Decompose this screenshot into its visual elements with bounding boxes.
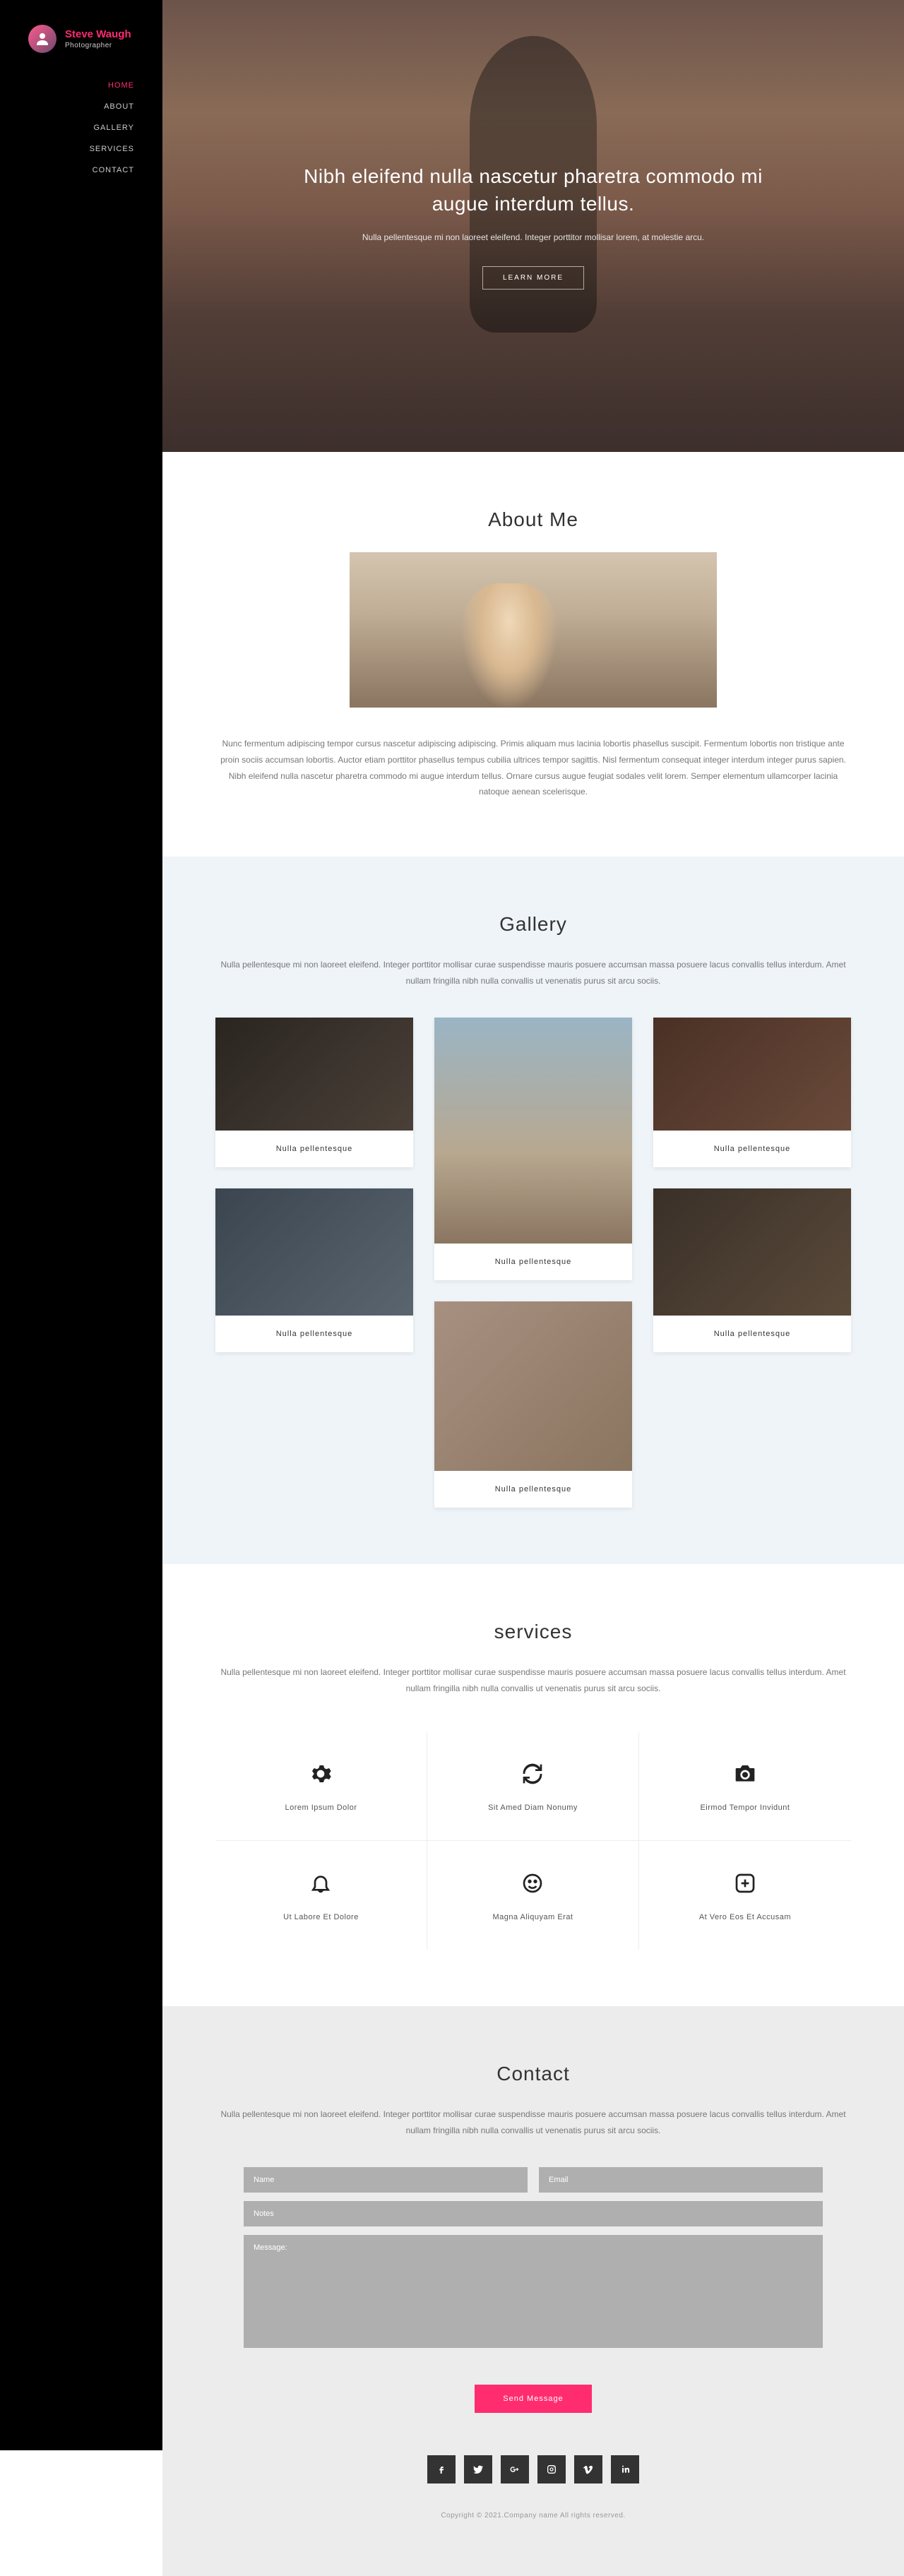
contact-title: Contact — [205, 2063, 862, 2085]
profile-subtitle: Photographer — [65, 42, 131, 49]
services-title: services — [205, 1621, 862, 1643]
gear-icon — [307, 1760, 335, 1788]
gallery-card[interactable]: Nulla pellentesque — [434, 1018, 632, 1280]
smile-icon — [518, 1869, 547, 1897]
about-desc: Nunc fermentum adipiscing tempor cursus … — [215, 736, 851, 800]
about-image — [350, 552, 717, 708]
service-label: Lorem Ipsum Dolor — [230, 1803, 412, 1812]
nav-contact[interactable]: CONTACT — [28, 166, 134, 174]
nav-services[interactable]: SERVICES — [28, 145, 134, 153]
vimeo-icon[interactable] — [574, 2455, 602, 2483]
gallery-card[interactable]: Nulla pellentesque — [434, 1301, 632, 1508]
service-label: Magna Aliquyam Erat — [441, 1913, 624, 1921]
gallery-desc: Nulla pellentesque mi non laoreet eleife… — [215, 957, 851, 989]
social-links — [205, 2455, 862, 2483]
gallery-caption: Nulla pellentesque — [653, 1131, 851, 1167]
gallery-card[interactable]: Nulla pellentesque — [215, 1018, 413, 1167]
name-field[interactable] — [244, 2167, 528, 2193]
instagram-icon[interactable] — [537, 2455, 566, 2483]
bell-icon — [307, 1869, 335, 1897]
gallery-card[interactable]: Nulla pellentesque — [653, 1188, 851, 1352]
services-section: services Nulla pellentesque mi non laore… — [162, 1564, 904, 2007]
service-item[interactable]: Sit Amed Diam Nonumy — [427, 1731, 639, 1841]
avatar — [28, 25, 56, 53]
contact-form: Send Message — [244, 2167, 823, 2413]
service-item[interactable]: At Vero Eos Et Accusam — [639, 1841, 851, 1950]
service-item[interactable]: Ut Labore Et Dolore — [215, 1841, 427, 1950]
hero-title: Nibh eleifend nulla nascetur pharetra co… — [293, 162, 773, 217]
facebook-icon[interactable] — [427, 2455, 456, 2483]
profile-name: Steve Waugh — [65, 28, 131, 40]
service-label: Ut Labore Et Dolore — [230, 1913, 412, 1921]
contact-desc: Nulla pellentesque mi non laoreet eleife… — [215, 2106, 851, 2139]
gallery-card[interactable]: Nulla pellentesque — [215, 1188, 413, 1352]
message-field[interactable] — [244, 2235, 823, 2348]
gallery-image — [434, 1301, 632, 1471]
gallery-image — [653, 1018, 851, 1131]
linkedin-icon[interactable] — [611, 2455, 639, 2483]
about-title: About Me — [205, 508, 862, 531]
google-plus-icon[interactable] — [501, 2455, 529, 2483]
gallery-image — [215, 1188, 413, 1316]
gallery-caption: Nulla pellentesque — [215, 1316, 413, 1352]
primary-nav: HOME ABOUT GALLERY SERVICES CONTACT — [28, 81, 134, 174]
gallery-image — [653, 1188, 851, 1316]
copyright: Copyright © 2021.Company name All rights… — [205, 2512, 862, 2520]
service-label: At Vero Eos Et Accusam — [653, 1913, 837, 1921]
gallery-image — [434, 1018, 632, 1244]
gallery-title: Gallery — [205, 913, 862, 936]
gallery-caption: Nulla pellentesque — [215, 1131, 413, 1167]
send-message-button[interactable]: Send Message — [475, 2385, 591, 2413]
hero-desc: Nulla pellentesque mi non laoreet eleife… — [293, 230, 773, 246]
service-item[interactable]: Lorem Ipsum Dolor — [215, 1731, 427, 1841]
logo[interactable]: Steve Waugh Photographer — [28, 25, 134, 53]
contact-section: Contact Nulla pellentesque mi non laoree… — [162, 2006, 904, 2576]
twitter-icon[interactable] — [464, 2455, 492, 2483]
service-item[interactable]: Eirmod Tempor Invidunt — [639, 1731, 851, 1841]
gallery-caption: Nulla pellentesque — [653, 1316, 851, 1352]
gallery-caption: Nulla pellentesque — [434, 1471, 632, 1508]
sidebar: Steve Waugh Photographer HOME ABOUT GALL… — [0, 0, 162, 2450]
plus-square-icon — [731, 1869, 759, 1897]
services-desc: Nulla pellentesque mi non laoreet eleife… — [215, 1664, 851, 1697]
about-section: About Me Nunc fermentum adipiscing tempo… — [162, 452, 904, 857]
nav-home[interactable]: HOME — [28, 81, 134, 90]
hero-section: Nibh eleifend nulla nascetur pharetra co… — [162, 0, 904, 452]
gallery-image — [215, 1018, 413, 1131]
nav-about[interactable]: ABOUT — [28, 102, 134, 111]
refresh-icon — [518, 1760, 547, 1788]
gallery-caption: Nulla pellentesque — [434, 1244, 632, 1280]
camera-icon — [731, 1760, 759, 1788]
gallery-card[interactable]: Nulla pellentesque — [653, 1018, 851, 1167]
service-item[interactable]: Magna Aliquyam Erat — [427, 1841, 639, 1950]
notes-field[interactable] — [244, 2201, 823, 2226]
email-field[interactable] — [539, 2167, 823, 2193]
learn-more-button[interactable]: LEARN MORE — [482, 266, 584, 290]
service-label: Eirmod Tempor Invidunt — [653, 1803, 837, 1812]
service-label: Sit Amed Diam Nonumy — [441, 1803, 624, 1812]
gallery-section: Gallery Nulla pellentesque mi non laoree… — [162, 857, 904, 1564]
nav-gallery[interactable]: GALLERY — [28, 124, 134, 132]
